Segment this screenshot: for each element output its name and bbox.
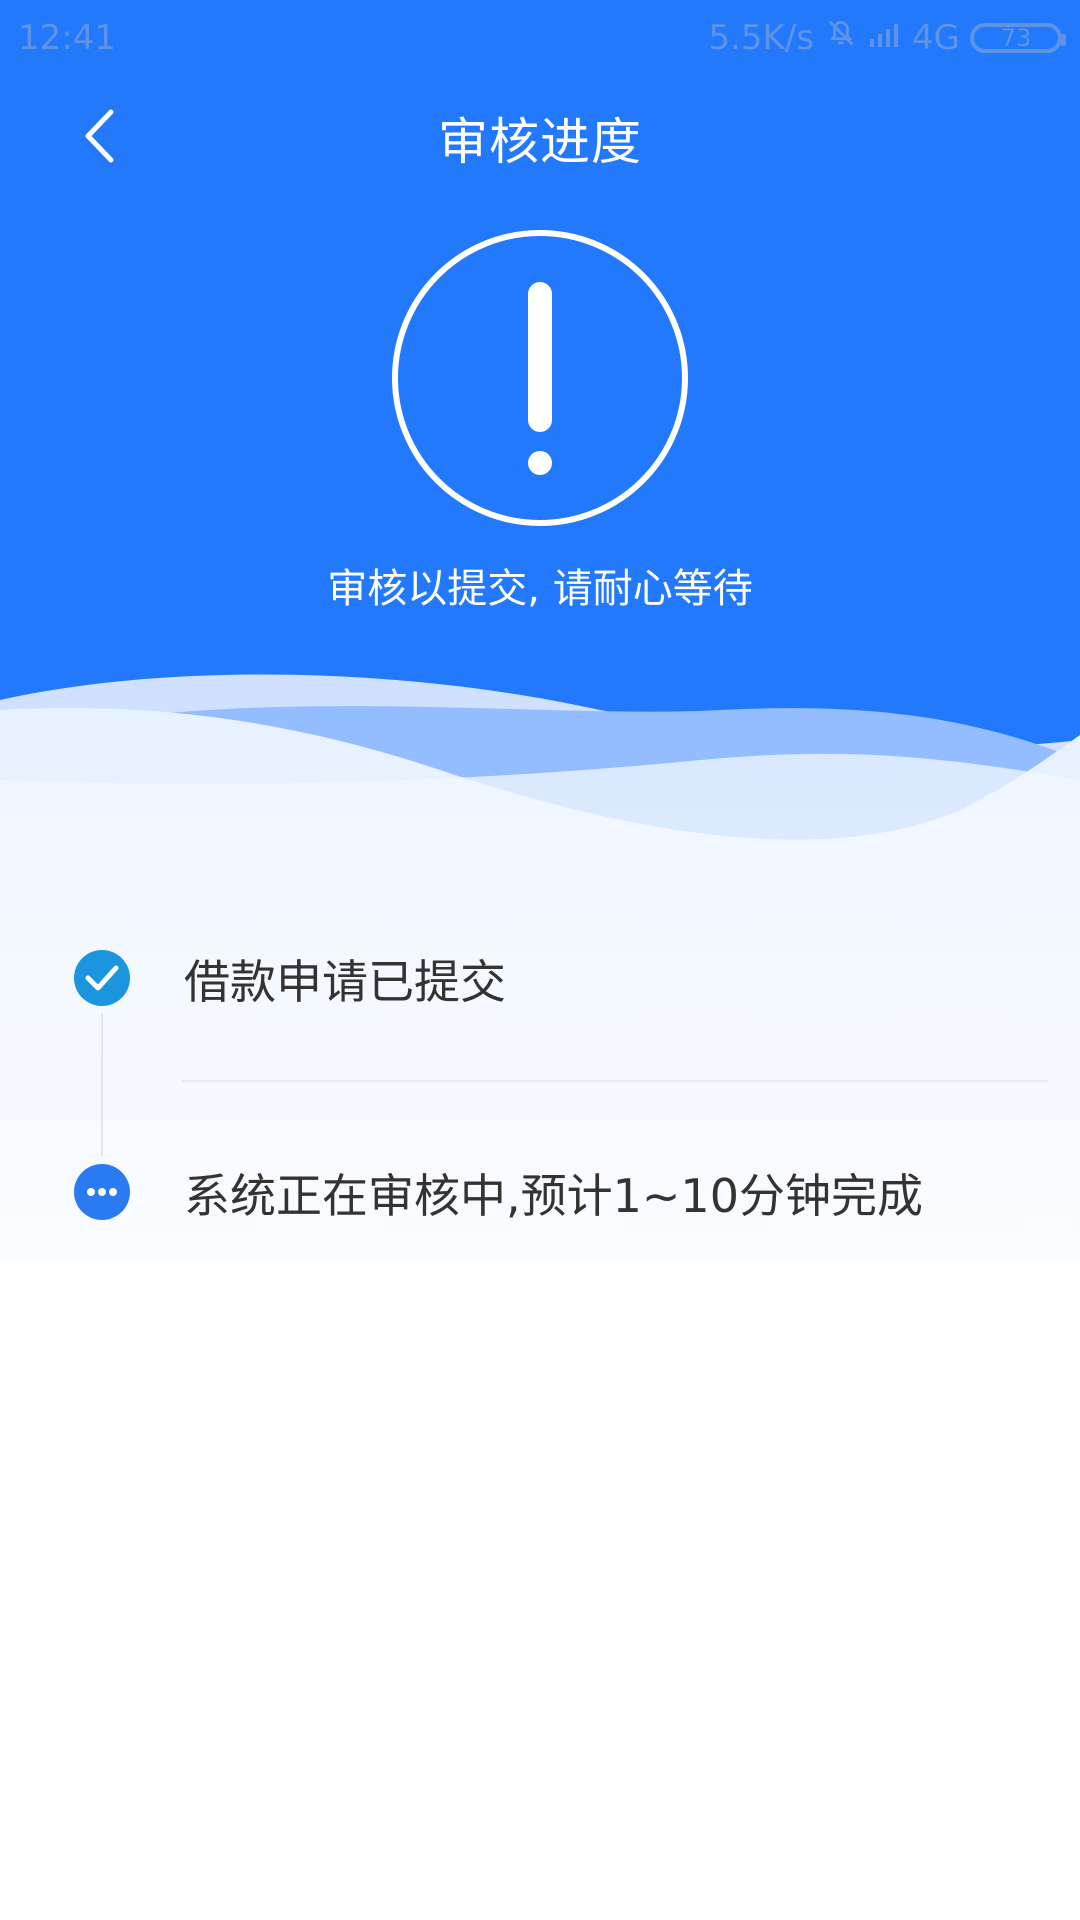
alert-icon [392, 230, 688, 526]
status-time: 12:41 [18, 18, 116, 58]
more-icon [74, 1164, 130, 1220]
signal-icon [868, 18, 902, 58]
timeline-connector [101, 1014, 103, 1156]
status-right: 5.5K/s 4G 73 [708, 16, 1066, 59]
status-message: 审核以提交, 请耐心等待 [327, 566, 753, 612]
timeline-divider [182, 1080, 1048, 1082]
check-icon [74, 950, 130, 1006]
timeline-step-reviewing: 系统正在审核中,预计1~10分钟完成 [0, 1144, 1080, 1244]
network-speed: 5.5K/s [708, 17, 815, 58]
timeline-step-label: 系统正在审核中,预计1~10分钟完成 [184, 1169, 923, 1223]
network-type: 4G [912, 17, 960, 58]
timeline-step-submitted: 借款申请已提交 [0, 930, 1080, 1030]
mute-icon [824, 16, 858, 59]
audit-progress-page: 12:41 5.5K/s 4G 73 审核进度 审核以提交, 请耐心等待 借款申… [0, 0, 1080, 1920]
status-bar: 12:41 5.5K/s 4G 73 [0, 0, 1080, 76]
battery-icon: 73 [970, 22, 1066, 53]
page-title: 审核进度 [438, 113, 642, 171]
timeline-step-label: 借款申请已提交 [184, 955, 506, 1009]
